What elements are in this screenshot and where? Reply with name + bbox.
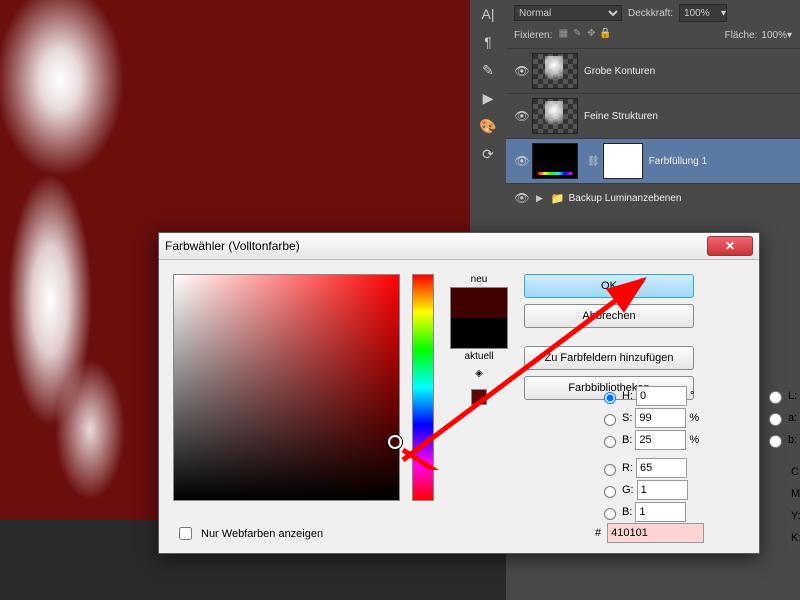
g-radio[interactable] <box>604 486 616 498</box>
layer-thumbnail[interactable] <box>532 53 578 89</box>
g-input[interactable] <box>637 480 688 500</box>
tool-sidebar: A| ¶ ✎ ▶ 🎨 ⟳ <box>470 0 507 260</box>
new-color-swatch <box>451 288 507 318</box>
dialog-titlebar[interactable]: Farbwähler (Volltonfarbe) ✕ <box>159 233 759 260</box>
lab-fields: L: a: b: <box>764 385 800 451</box>
saturation-value-picker[interactable] <box>173 274 400 501</box>
web-only-checkbox[interactable] <box>179 527 192 540</box>
a-radio[interactable] <box>769 413 782 426</box>
type-tool-icon[interactable]: A| <box>470 0 506 28</box>
close-button[interactable]: ✕ <box>707 236 753 256</box>
hue-input[interactable] <box>636 386 687 406</box>
lock-transparency-icon[interactable]: ▦ <box>556 28 570 42</box>
folder-icon: 📁 <box>551 192 565 205</box>
brush-tool-icon[interactable]: ✎ <box>470 56 506 84</box>
fill-label: Fläche: <box>725 30 758 41</box>
visibility-toggle-icon[interactable]: 👁 <box>512 191 532 205</box>
lock-move-icon[interactable]: ✥ <box>584 28 598 42</box>
layer-group-row[interactable]: 👁 ▶ 📁 Backup Luminanzebenen <box>506 183 800 212</box>
chevron-right-icon[interactable]: ▶ <box>536 193 543 204</box>
sat-input[interactable] <box>635 408 686 428</box>
lock-icons: ▦✎✥🔒 <box>556 28 612 42</box>
L-radio[interactable] <box>769 391 782 404</box>
current-color-swatch[interactable] <box>451 318 507 348</box>
web-only-label: Nur Webfarben anzeigen <box>201 528 323 540</box>
cube-icon[interactable]: ◈ <box>475 368 483 379</box>
cmyk-fields: C:% M:% Y:% K:% <box>791 461 800 549</box>
hsb-rgb-fields: H:° S:% B:% R: G: B: <box>599 385 699 523</box>
play-icon[interactable]: ▶ <box>470 84 506 112</box>
lock-label: Fixieren: <box>514 30 552 41</box>
lab-b-radio[interactable] <box>769 435 782 448</box>
swatches-icon[interactable]: 🎨 <box>470 112 506 140</box>
b-input[interactable] <box>635 502 686 522</box>
bri-input[interactable] <box>635 430 686 450</box>
cancel-button[interactable]: Abbrechen <box>524 304 694 328</box>
blend-mode-select[interactable]: Normal <box>514 5 622 21</box>
hex-input[interactable] <box>607 523 704 543</box>
r-radio[interactable] <box>604 464 616 476</box>
hue-radio[interactable] <box>604 392 616 404</box>
layer-mask-thumbnail[interactable] <box>603 143 643 179</box>
web-colors-row: Nur Webfarben anzeigen <box>175 524 323 543</box>
layer-name: Farbfüllung 1 <box>649 156 707 167</box>
paragraph-tool-icon[interactable]: ¶ <box>470 28 506 56</box>
r-input[interactable] <box>636 458 687 478</box>
group-name: Backup Luminanzebenen <box>569 193 682 204</box>
fill-layer-thumbnail[interactable] <box>532 143 578 179</box>
history-icon[interactable]: ⟳ <box>470 140 506 168</box>
visibility-toggle-icon[interactable]: 👁 <box>512 64 532 78</box>
lock-all-icon[interactable]: 🔒 <box>598 28 612 42</box>
lock-paint-icon[interactable]: ✎ <box>570 28 584 42</box>
opacity-label: Deckkraft: <box>628 8 673 19</box>
hue-slider[interactable] <box>412 274 434 501</box>
color-preview <box>450 287 508 349</box>
dialog-title: Farbwähler (Volltonfarbe) <box>165 239 707 253</box>
b-radio[interactable] <box>604 508 616 520</box>
opacity-value[interactable]: 100%▾ <box>679 4 727 22</box>
layer-thumbnail[interactable] <box>532 98 578 134</box>
visibility-toggle-icon[interactable]: 👁 <box>512 154 532 168</box>
fill-value[interactable]: 100%▾ <box>761 30 792 41</box>
new-color-label: neu <box>471 274 488 285</box>
link-icon: ⛓ <box>587 156 600 167</box>
canvas-artwork <box>0 0 170 520</box>
layer-row[interactable]: 👁 Grobe Konturen <box>506 48 800 93</box>
color-picker-dialog: Farbwähler (Volltonfarbe) ✕ neu aktuell … <box>158 232 760 554</box>
layer-name: Grobe Konturen <box>584 66 655 77</box>
layer-row[interactable]: 👁 Feine Strukturen <box>506 93 800 138</box>
layer-name: Feine Strukturen <box>584 111 658 122</box>
layer-row[interactable]: 👁 ⛓ Farbfüllung 1 <box>506 138 800 183</box>
sat-radio[interactable] <box>604 414 616 426</box>
hex-label: # <box>595 527 601 539</box>
current-color-label: aktuell <box>465 351 494 362</box>
bri-radio[interactable] <box>604 436 616 448</box>
sv-cursor <box>388 435 402 449</box>
ok-button[interactable]: OK <box>524 274 694 298</box>
warning-swatch[interactable] <box>471 389 487 405</box>
visibility-toggle-icon[interactable]: 👁 <box>512 109 532 123</box>
add-swatch-button[interactable]: Zu Farbfeldern hinzufügen <box>524 346 694 370</box>
